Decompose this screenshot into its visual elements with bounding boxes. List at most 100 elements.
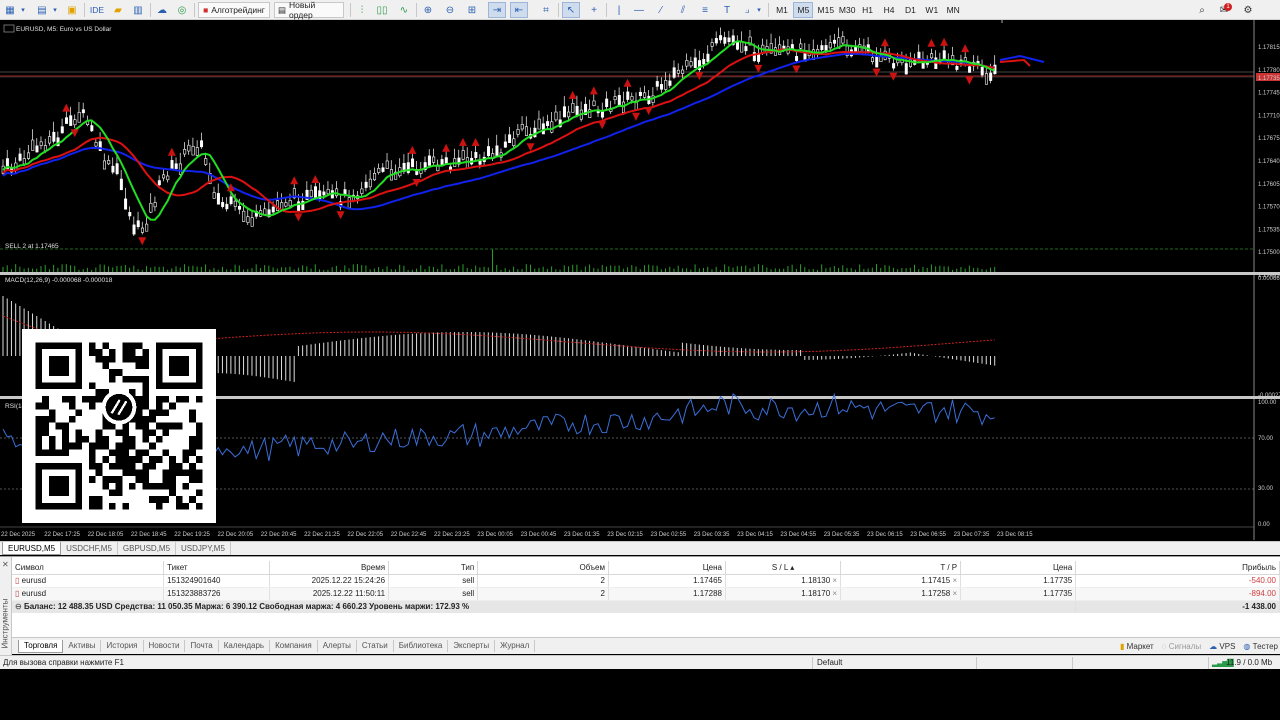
volume-bar (470, 269, 472, 272)
timeframe-h4[interactable]: H4 (879, 2, 899, 18)
tab-experts[interactable]: Эксперты (448, 640, 496, 652)
zoom-out-icon[interactable]: ⊖ (442, 2, 458, 18)
close-icon[interactable]: ✕ (2, 560, 9, 569)
col-open-price[interactable]: Цена (608, 561, 726, 575)
col-time[interactable]: Время (269, 561, 390, 575)
tab-articles[interactable]: Статьи (357, 640, 394, 652)
remove-tp-icon[interactable]: × (952, 589, 957, 598)
collapse-icon[interactable]: ⊖ (15, 602, 22, 611)
col-type[interactable]: Тип (388, 561, 479, 575)
volume-bar (580, 269, 582, 272)
auto-scroll-icon[interactable]: ⇥ (488, 2, 506, 18)
globe-icon[interactable]: ◎ (174, 2, 190, 18)
timeframe-d1[interactable]: D1 (900, 2, 920, 18)
new-order-button[interactable]: ▤ Новый ордер (274, 0, 344, 20)
timeframe-m30[interactable]: M30 (836, 2, 858, 18)
shapes-icon[interactable]: ⟓ (740, 2, 754, 18)
sl-cell[interactable]: 1.18170 × (725, 587, 842, 601)
table-row[interactable]: ▯ eurusd 151324901640 2025.12.22 15:24:2… (12, 574, 1280, 588)
folder-icon[interactable]: ▰ (110, 2, 126, 18)
remove-tp-icon[interactable]: × (952, 576, 957, 585)
timeframe-m15[interactable]: M15 (815, 2, 837, 18)
ide-button[interactable]: IDE (88, 2, 106, 18)
time-axis-label: 23 Dec 01:35 (564, 532, 600, 538)
candle (833, 39, 837, 44)
chart-shift-icon[interactable]: ⇤ (510, 2, 528, 18)
tab-usdjpy-m5[interactable]: USDJPY,M5 (176, 542, 231, 555)
settings-icon[interactable]: ⚙ (1240, 2, 1256, 18)
remove-sl-icon[interactable]: × (832, 589, 837, 598)
tp-cell[interactable]: 1.17415 × (840, 574, 962, 588)
timeframe-m1[interactable]: M1 (772, 2, 792, 18)
chevron-down-icon[interactable]: ▾ (50, 2, 60, 18)
timeframe-w1[interactable]: W1 (922, 2, 942, 18)
tile-windows-icon[interactable]: ⊞ (464, 2, 480, 18)
volume-bar (483, 266, 485, 272)
tab-eurusd-m5[interactable]: EURUSD,M5 (2, 542, 62, 555)
tab-news[interactable]: Новости (144, 640, 186, 652)
col-symbol[interactable]: Символ (12, 561, 165, 575)
volume-bar (411, 269, 413, 272)
cloud-icon[interactable]: ☁ (154, 2, 170, 18)
volume-bar (403, 265, 405, 272)
timeframe-mn[interactable]: MN (943, 2, 963, 18)
tab-library[interactable]: Библиотека (394, 640, 449, 652)
timeframe-h1[interactable]: H1 (858, 2, 878, 18)
line-chart-icon[interactable]: ∿ (396, 2, 412, 18)
tab-history[interactable]: История (101, 640, 144, 652)
tab-assets[interactable]: Активы (63, 640, 102, 652)
chevron-down-icon[interactable]: ▾ (754, 2, 764, 18)
col-current-price[interactable]: Цена (960, 561, 1077, 575)
trendline-icon[interactable]: ⁄ (654, 2, 668, 18)
candle (242, 210, 246, 222)
templates-icon[interactable]: ▤ (34, 2, 50, 18)
bar-chart-icon[interactable]: ⫶ (354, 2, 370, 18)
cursor-icon[interactable]: ↖ (562, 2, 580, 18)
crosshair-icon[interactable]: + (586, 2, 602, 18)
tab-alerts[interactable]: Алерты (318, 640, 357, 652)
chart-window[interactable]: EURUSD, M5: Euro vs US Dollar SELL 2 at … (0, 20, 1280, 540)
remove-sl-icon[interactable]: × (832, 576, 837, 585)
tp-cell[interactable]: 1.17258 × (840, 587, 962, 601)
tab-gbpusd-m5[interactable]: GBPUSD,M5 (118, 542, 177, 555)
macd-pane-separator[interactable] (0, 272, 1280, 275)
sl-cell[interactable]: 1.18130 × (725, 574, 842, 588)
vps-link[interactable]: ☁ VPS (1209, 642, 1235, 651)
toolbox-icon[interactable]: ▥ (130, 2, 146, 18)
equidistant-channel-icon[interactable]: ⫽ (676, 2, 690, 18)
col-tp[interactable]: T / P (840, 561, 962, 575)
chevron-down-icon[interactable]: ▾ (18, 2, 28, 18)
indicators-icon[interactable]: ⌗ (538, 2, 554, 18)
col-ticket[interactable]: Тикет (163, 561, 270, 575)
col-volume[interactable]: Объем (477, 561, 609, 575)
new-chart-icon[interactable]: ▦ (2, 2, 18, 18)
tab-company[interactable]: Компания (270, 640, 318, 652)
time-axis-label: 22 Dec 20:05 (218, 532, 254, 538)
search-icon[interactable]: ⌕ (1194, 2, 1210, 18)
tab-usdchf-m5[interactable]: USDCHF,M5 (61, 542, 118, 555)
table-row[interactable]: ▯ eurusd 151323883726 2025.12.22 11:50:1… (12, 587, 1280, 601)
volume-bar (584, 266, 586, 272)
tester-link[interactable]: ◍ Тестер (1243, 642, 1278, 651)
tab-trade[interactable]: Торговля (18, 639, 64, 653)
tab-calendar[interactable]: Календарь (219, 640, 271, 652)
zoom-in-icon[interactable]: ⊕ (420, 2, 436, 18)
candlestick-icon[interactable]: ▯▯ (374, 2, 390, 18)
algotrading-button[interactable]: ■ Алготрейдинг (198, 2, 270, 18)
tab-journal[interactable]: Журнал (495, 640, 536, 652)
market-link[interactable]: ▮ Маркет (1120, 642, 1154, 651)
timeframe-m5[interactable]: M5 (793, 2, 814, 18)
text-tool-icon[interactable]: T (720, 2, 734, 18)
horizontal-line-icon[interactable]: — (632, 2, 646, 18)
fibonacci-icon[interactable]: ≡ (698, 2, 712, 18)
vertical-line-icon[interactable]: | (612, 2, 626, 18)
volume-bar (420, 265, 422, 272)
volume-bar (897, 269, 899, 272)
profiles-icon[interactable]: ▣ (64, 2, 80, 18)
tab-mailbox[interactable]: Почта (185, 640, 219, 652)
col-sl[interactable]: S / L ▴ (725, 561, 842, 575)
candle (567, 111, 571, 118)
col-profit[interactable]: Прибыль (1075, 561, 1280, 575)
signals-link[interactable]: ◌ Сигналы (1162, 642, 1201, 651)
candle (461, 150, 465, 160)
